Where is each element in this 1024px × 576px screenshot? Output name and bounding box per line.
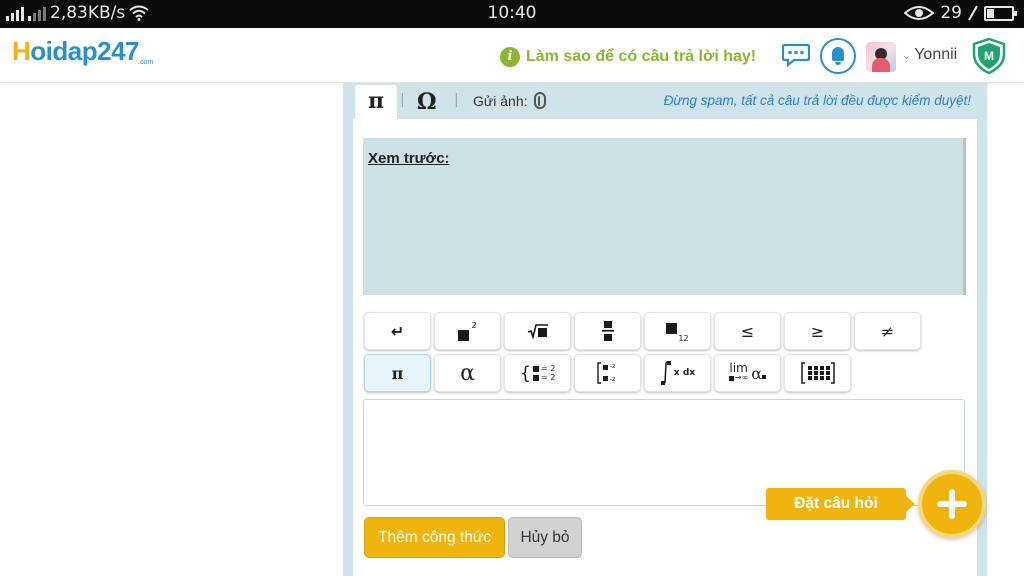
add-formula-button[interactable]: Thêm công thức xyxy=(364,517,505,558)
battery-percent: 29 xyxy=(940,3,962,23)
paperclip-icon xyxy=(533,92,546,109)
editor-tab-row: π | Ω | Gửi ảnh: Đừng spam, tất cả câu t… xyxy=(353,83,977,119)
logo-initial: H xyxy=(12,36,31,66)
screen: 2,83KB/s 10:40 29 Hoidap247 .com i Làm s… xyxy=(0,0,1024,576)
system-equations-button[interactable]: { = 2 = 2 xyxy=(504,354,571,392)
svg-text:-z: -z xyxy=(610,363,615,370)
tab-separator: | xyxy=(400,92,405,108)
matrix-icon xyxy=(800,362,835,384)
integral-button[interactable]: x dx xyxy=(644,354,711,392)
eye-icon xyxy=(904,6,935,20)
system-eq-line-2: = 2 xyxy=(541,373,556,382)
matrix-column-button[interactable]: -z -z xyxy=(574,354,641,392)
subscript-button[interactable]: 12 xyxy=(644,312,711,350)
greater-equal-button[interactable]: ≥ xyxy=(784,312,851,350)
sqrt-button[interactable] xyxy=(504,312,571,350)
bell-icon[interactable] xyxy=(820,38,856,74)
integral-label: x dx xyxy=(673,368,696,378)
charging-slash-icon xyxy=(968,5,978,21)
status-bar: 2,83KB/s 10:40 29 xyxy=(0,0,1024,28)
less-equal-button[interactable]: ≤ xyxy=(714,312,781,350)
limit-sub: →∞ xyxy=(734,373,749,382)
base-square-icon xyxy=(666,322,678,334)
limit-alpha: α xyxy=(751,363,763,383)
cancel-button[interactable]: Hủy bỏ xyxy=(508,517,582,558)
tab-separator: | xyxy=(454,92,459,108)
logo-domain: .com xyxy=(138,59,154,66)
battery-fill xyxy=(987,8,994,18)
chevron-double-down-icon: ⌄ xyxy=(902,49,912,62)
base-square-icon xyxy=(458,329,470,341)
system-eq-line-1: = 2 xyxy=(541,364,556,373)
greater-equal-icon: ≥ xyxy=(810,321,825,341)
limit-label: lim xyxy=(729,361,748,375)
superscript-icon: 2 xyxy=(471,320,477,330)
tab-symbols[interactable]: Ω xyxy=(417,86,437,118)
ask-question-plus-icon[interactable] xyxy=(918,470,986,538)
username: Yonnii xyxy=(914,46,958,63)
app-header: Hoidap247 .com i Làm sao để có câu trả l… xyxy=(0,28,1024,83)
limit-square-icon xyxy=(762,375,767,379)
avatar[interactable] xyxy=(866,42,896,72)
not-equal-icon: ≠ xyxy=(880,321,895,341)
not-equal-button[interactable]: ≠ xyxy=(854,312,921,350)
ask-question-label[interactable]: Đặt câu hỏi xyxy=(766,488,915,520)
shield-letter: M xyxy=(984,49,994,63)
bracket-column-icon: -z -z xyxy=(596,362,615,384)
clock: 10:40 xyxy=(487,3,537,23)
status-right: 29 xyxy=(904,3,1017,23)
limit-stack: lim →∞ xyxy=(728,361,749,383)
svg-text:-z: -z xyxy=(610,376,615,383)
limit-button[interactable]: lim →∞ α xyxy=(714,354,781,392)
chat-icon[interactable] xyxy=(782,43,810,67)
pi-button[interactable]: π xyxy=(364,354,431,392)
answer-tip-link[interactable]: i Làm sao để có câu trả lời hay! xyxy=(500,47,756,67)
upload-label: Gửi ảnh: xyxy=(473,92,528,109)
brace-icon: { xyxy=(519,362,532,384)
alpha-icon: α xyxy=(460,360,475,386)
less-equal-icon: ≤ xyxy=(740,321,755,341)
system-lines: = 2 = 2 xyxy=(533,364,555,382)
fraction-button[interactable] xyxy=(574,312,641,350)
pi-icon: π xyxy=(391,363,404,383)
moderation-notice: Đừng spam, tất cả câu trả lời đều được k… xyxy=(663,93,971,108)
logo-rest: oidap247 xyxy=(30,36,139,66)
preview-box: Xem trước: xyxy=(363,138,966,295)
battery-icon xyxy=(984,5,1017,21)
shield-icon[interactable]: M xyxy=(972,38,1006,74)
info-icon: i xyxy=(500,47,520,67)
upload-image-button[interactable]: Gửi ảnh: xyxy=(473,92,546,109)
alpha-button[interactable]: α xyxy=(434,354,501,392)
sqrt-icon xyxy=(527,324,548,339)
superscript-button[interactable]: 2 xyxy=(434,312,501,350)
logo[interactable]: Hoidap247 xyxy=(12,36,139,67)
integral-icon xyxy=(660,360,671,386)
newline-button[interactable]: ↵ xyxy=(364,312,431,350)
answer-tip-text: Làm sao để có câu trả lời hay! xyxy=(526,48,757,65)
fraction-icon xyxy=(601,321,614,341)
user-menu[interactable]: ⌄ Yonnii xyxy=(902,46,957,64)
preview-label: Xem trước: xyxy=(368,150,450,167)
matrix-button[interactable] xyxy=(784,354,851,392)
enter-icon: ↵ xyxy=(390,321,405,341)
subscript-icon: 12 xyxy=(678,333,689,343)
tab-math[interactable]: π xyxy=(355,85,397,119)
